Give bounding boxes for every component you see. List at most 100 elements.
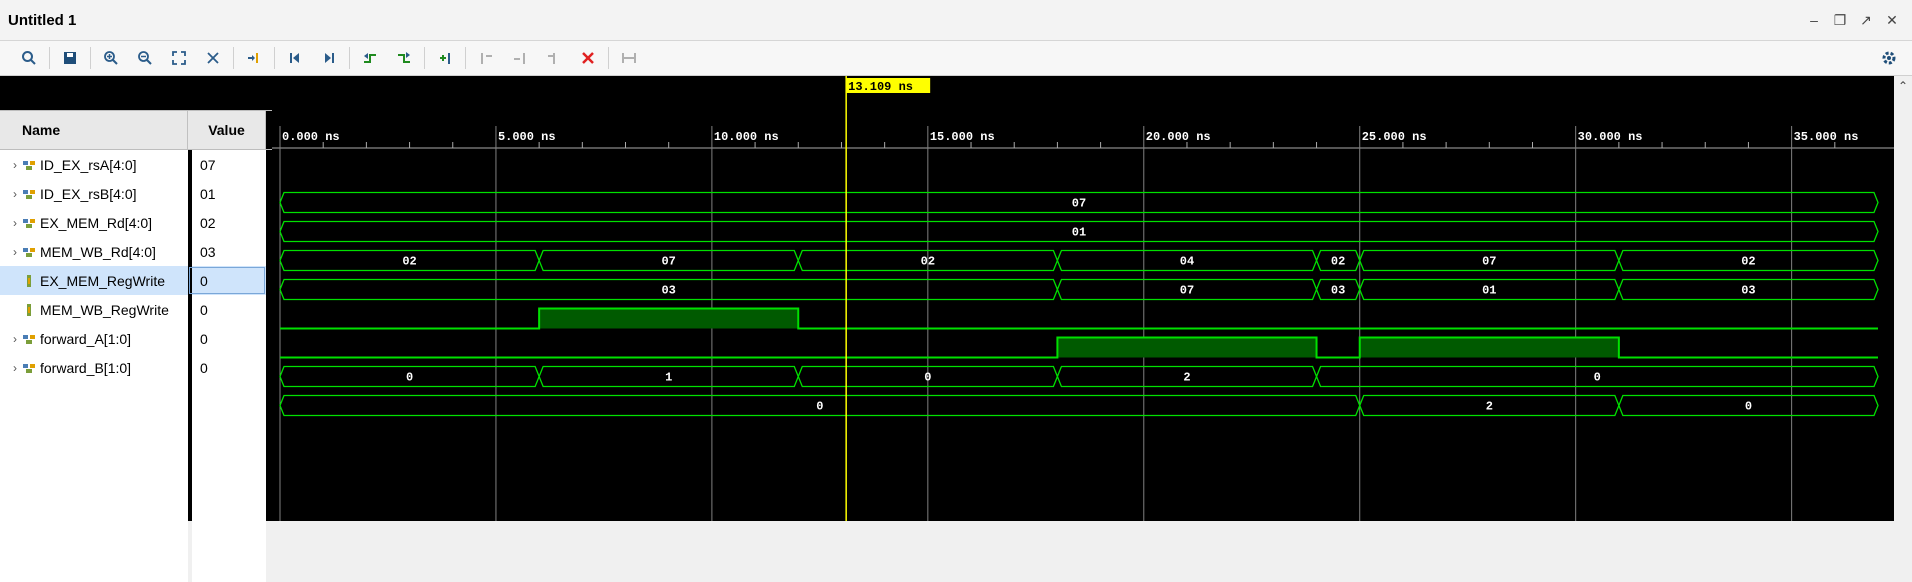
go-to-cursor-icon[interactable]: [237, 44, 271, 72]
bus-signal-icon: [22, 332, 36, 346]
gear-icon[interactable]: [1878, 47, 1900, 69]
bus-value-label: 02: [402, 255, 416, 269]
signal-value: 0: [188, 324, 266, 353]
signal-name-cell[interactable]: › forward_B[1:0]: [0, 353, 188, 382]
bus-value-label: 07: [1180, 284, 1194, 298]
bus-value-label: 02: [1331, 255, 1345, 269]
bus-value-label: 03: [1331, 284, 1345, 298]
signal-row[interactable]: EX_MEM_RegWrite 0: [0, 266, 272, 295]
signal-name: EX_MEM_RegWrite: [40, 272, 166, 289]
chevron-right-icon[interactable]: ›: [8, 332, 22, 346]
signal-name-cell[interactable]: › EX_MEM_Rd[4:0]: [0, 208, 188, 237]
signal-row[interactable]: MEM_WB_RegWrite 0: [0, 295, 272, 324]
swap-cursor-icon[interactable]: [196, 44, 230, 72]
previous-transition-icon[interactable]: [353, 44, 387, 72]
waveform-window: Name Value › ID_EX_rsA[4:0] 07 › ID_EX_rsB[4…: [0, 76, 1912, 582]
signal-value: 02: [188, 208, 266, 237]
scroll-up-icon[interactable]: ⌃: [1894, 76, 1912, 96]
signal-name-cell[interactable]: › MEM_WB_Rd[4:0]: [0, 237, 188, 266]
ruler-tick-label: 30.000 ns: [1578, 130, 1643, 144]
bus-value-label: 0: [1594, 371, 1601, 385]
bus-value-label: 07: [661, 255, 675, 269]
remove-all-markers-icon[interactable]: [571, 44, 605, 72]
bus-value-label: 07: [1482, 255, 1496, 269]
signal-name: MEM_WB_Rd[4:0]: [40, 243, 156, 260]
bus-value-label: 2: [1183, 371, 1190, 385]
signal-rows: › ID_EX_rsA[4:0] 07 › ID_EX_rsB[4:0] 01 › EX_ME…: [0, 150, 272, 582]
ruler-tick-label: 15.000 ns: [930, 130, 995, 144]
signal-row[interactable]: › ID_EX_rsA[4:0] 07: [0, 150, 272, 179]
bus-value-label: 07: [1072, 197, 1086, 211]
window-titlebar: Untitled 1 – ❐ ↗ ✕: [0, 0, 1912, 41]
bus-value-label: 01: [1072, 226, 1086, 240]
bus-value-label: 0: [816, 400, 823, 414]
chevron-right-icon[interactable]: ›: [8, 245, 22, 259]
chevron-right-icon[interactable]: ›: [8, 187, 22, 201]
signal-value: 03: [188, 237, 266, 266]
bit-high-fill: [1359, 337, 1619, 358]
bus-value-label: 0: [924, 371, 931, 385]
signal-list-panel: Name Value › ID_EX_rsA[4:0] 07 › ID_EX_rsB[4…: [0, 76, 272, 582]
window-controls: – ❐ ↗ ✕: [1806, 12, 1912, 29]
bit-waveform: [280, 307, 1878, 330]
signal-name: EX_MEM_Rd[4:0]: [40, 214, 153, 231]
signal-value: 01: [188, 179, 266, 208]
signal-name-cell[interactable]: EX_MEM_RegWrite: [0, 266, 188, 295]
bus-value-label: 2: [1486, 400, 1493, 414]
bus-signal-icon: [22, 158, 36, 172]
ruler-tick-label: 5.000 ns: [498, 130, 556, 144]
signal-row[interactable]: › MEM_WB_Rd[4:0] 03: [0, 237, 272, 266]
bus-value-label: 02: [1741, 255, 1755, 269]
chevron-right-icon[interactable]: ›: [8, 216, 22, 230]
signal-name-cell[interactable]: › forward_A[1:0]: [0, 324, 188, 353]
save-icon[interactable]: [53, 44, 87, 72]
value-column-header[interactable]: Value: [188, 111, 266, 149]
name-column-header[interactable]: Name: [0, 111, 188, 149]
bus-value-label: 03: [1741, 284, 1755, 298]
signal-name: ID_EX_rsA[4:0]: [40, 156, 137, 173]
signal-row[interactable]: › EX_MEM_Rd[4:0] 02: [0, 208, 272, 237]
chevron-right-icon[interactable]: ›: [8, 361, 22, 375]
vertical-scrollbar[interactable]: [1894, 76, 1912, 521]
signal-row[interactable]: › forward_B[1:0] 0: [0, 353, 272, 382]
restore-icon[interactable]: ❐: [1832, 12, 1848, 28]
signal-name-cell[interactable]: › ID_EX_rsB[4:0]: [0, 179, 188, 208]
waveform-canvas[interactable]: 0.000 ns 5.000 ns 10.000 ns 15.000 ns 20.000…: [272, 76, 1912, 521]
chevron-right-icon[interactable]: ›: [8, 158, 22, 172]
zoom-in-icon[interactable]: [94, 44, 128, 72]
signal-name: forward_B[1:0]: [40, 359, 132, 376]
signal-name-cell[interactable]: MEM_WB_RegWrite: [0, 295, 188, 324]
add-marker-icon[interactable]: [428, 44, 462, 72]
window-title: Untitled 1: [8, 11, 77, 29]
signal-value: 0: [188, 266, 266, 295]
bus-signal-icon: [22, 361, 36, 375]
bus-value-label: 02: [921, 255, 935, 269]
signal-name-cell[interactable]: › ID_EX_rsA[4:0]: [0, 150, 188, 179]
bus-value-label: 03: [661, 284, 675, 298]
next-transition-icon[interactable]: [387, 44, 421, 72]
signal-row[interactable]: › ID_EX_rsB[4:0] 01: [0, 179, 272, 208]
bus-value-label: 0: [1745, 400, 1752, 414]
close-icon[interactable]: ✕: [1884, 12, 1900, 28]
bus-value-label: 01: [1482, 284, 1496, 298]
go-to-start-icon[interactable]: [278, 44, 312, 72]
signal-row[interactable]: › forward_A[1:0] 0: [0, 324, 272, 353]
bus-signal-icon: [22, 187, 36, 201]
zoom-out-icon[interactable]: [128, 44, 162, 72]
signal-value: 0: [188, 295, 266, 324]
ruler-tick-label: 0.000 ns: [282, 130, 340, 144]
bus-value-label: 0: [406, 371, 413, 385]
bit-signal-icon: [22, 303, 36, 317]
fit-markers-icon: [612, 44, 646, 72]
minimize-icon[interactable]: –: [1806, 12, 1822, 28]
waveform-toolbar: [0, 41, 1912, 76]
bus-value-label: 04: [1180, 255, 1194, 269]
search-icon[interactable]: [12, 44, 46, 72]
signal-list-header: Name Value: [0, 110, 272, 150]
float-icon[interactable]: ↗: [1858, 12, 1874, 28]
next-marker-icon: [503, 44, 537, 72]
ruler-tick-label: 25.000 ns: [1362, 130, 1427, 144]
ruler-tick-label: 35.000 ns: [1794, 130, 1859, 144]
go-to-end-icon[interactable]: [312, 44, 346, 72]
zoom-fit-icon[interactable]: [162, 44, 196, 72]
